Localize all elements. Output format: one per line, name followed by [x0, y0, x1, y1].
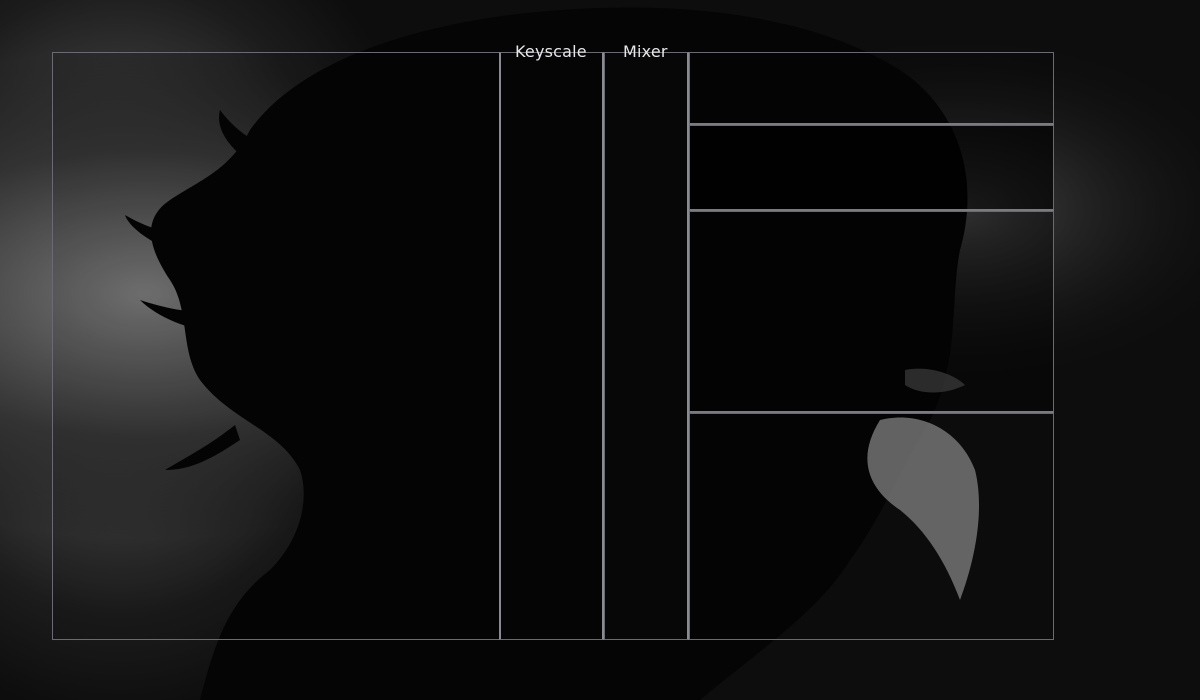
keyscale-panel[interactable]: [499, 52, 604, 640]
app-window: Keyscale Mixer: [0, 0, 1200, 700]
left-panel: [52, 52, 500, 640]
right-panel-2: [689, 125, 1054, 211]
mixer-label: Mixer: [623, 42, 668, 61]
mixer-panel[interactable]: [604, 52, 689, 640]
keyscale-label: Keyscale: [515, 42, 587, 61]
right-panel-1: [689, 52, 1054, 125]
right-panel-4: [689, 413, 1054, 640]
right-panel-3: [689, 211, 1054, 413]
